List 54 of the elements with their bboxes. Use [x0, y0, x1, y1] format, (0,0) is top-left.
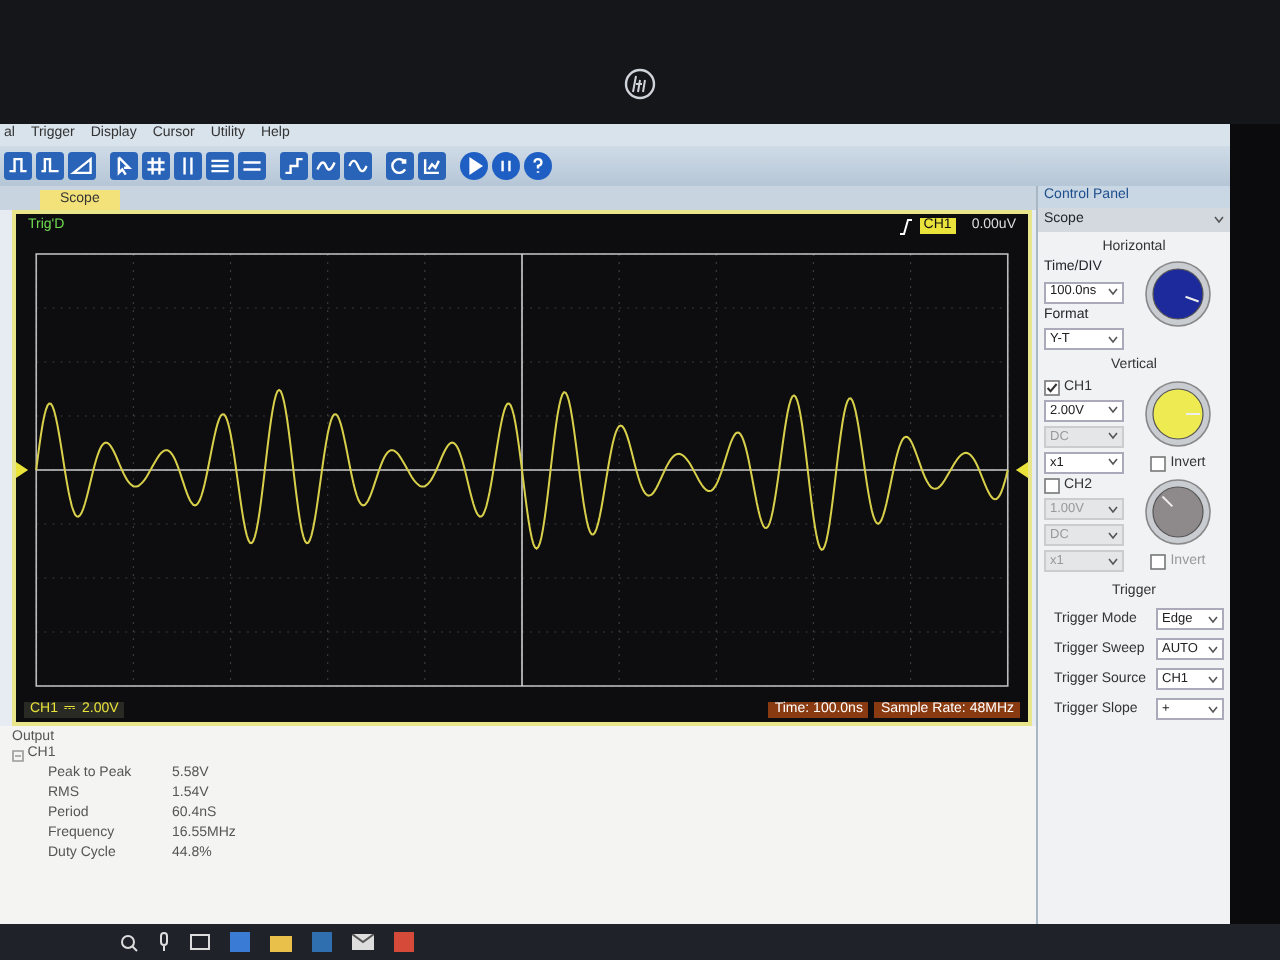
mail-icon[interactable] — [352, 934, 374, 950]
rising-edge-icon — [899, 217, 912, 235]
toolbar-button[interactable] — [142, 152, 170, 180]
caret-icon — [1208, 705, 1218, 714]
chart-icon — [420, 154, 444, 178]
step-icon — [282, 154, 306, 178]
caret-icon — [1108, 406, 1118, 415]
toolbar-button[interactable] — [418, 152, 446, 180]
caret-icon — [1208, 645, 1218, 654]
logo-icon — [624, 68, 656, 100]
toolbar-button[interactable] — [36, 152, 64, 180]
toolbar-button[interactable] — [524, 152, 552, 180]
toolbar-button[interactable] — [312, 152, 340, 180]
caret-icon — [1208, 615, 1218, 624]
grid-icon — [144, 154, 168, 178]
dial-knob[interactable] — [1144, 477, 1212, 546]
caret-icon — [1108, 335, 1118, 344]
toolbar-button[interactable] — [492, 152, 520, 180]
dial-knob[interactable] — [1144, 260, 1212, 329]
toolbar-button[interactable] — [110, 152, 138, 180]
caret-icon — [1108, 458, 1118, 467]
pulse-icon — [38, 154, 62, 178]
caret-icon — [1108, 531, 1118, 540]
toolbar-button[interactable] — [174, 152, 202, 180]
sine-wave-icon — [346, 154, 370, 178]
toolbar-button[interactable] — [344, 152, 372, 180]
trigger-marker-icon — [1015, 462, 1028, 478]
task-view-icon[interactable] — [190, 934, 210, 950]
folder-icon[interactable] — [270, 933, 292, 951]
square-wave-icon — [6, 154, 30, 178]
toolbar-button[interactable] — [206, 152, 234, 180]
ramp-icon — [70, 154, 94, 178]
caret-icon — [1108, 288, 1118, 297]
caret-icon — [1108, 557, 1118, 566]
columns-icon — [208, 154, 232, 178]
dial-knob[interactable] — [1144, 379, 1212, 448]
caret-icon — [1108, 432, 1118, 441]
search-icon[interactable] — [120, 933, 138, 951]
caret-icon — [1214, 216, 1224, 224]
caret-icon — [1208, 675, 1218, 684]
checkbox[interactable] — [1044, 379, 1060, 396]
toolbar-button[interactable] — [386, 152, 414, 180]
checkbox[interactable] — [1044, 477, 1060, 494]
toolbar-button[interactable] — [460, 152, 488, 180]
channel-marker-icon — [16, 462, 29, 478]
toolbar-button[interactable] — [238, 152, 266, 180]
checkbox[interactable] — [1150, 455, 1167, 472]
toolbar-button[interactable] — [280, 152, 308, 180]
caret-icon — [1108, 505, 1118, 514]
cursor-icon — [112, 154, 136, 178]
toolbar-button[interactable] — [4, 152, 32, 180]
refresh-icon — [388, 154, 412, 178]
microphone-icon[interactable] — [158, 932, 170, 952]
toolbar-button[interactable] — [68, 152, 96, 180]
